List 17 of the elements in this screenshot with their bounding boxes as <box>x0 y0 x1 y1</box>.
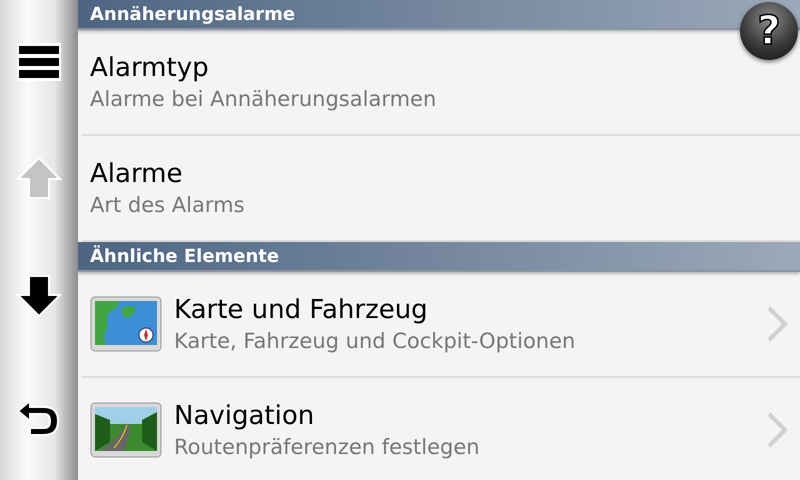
list-item[interactable]: Navigation Routenpräferenzen festlegen <box>82 378 800 480</box>
item-title: Navigation <box>174 401 316 431</box>
item-subtitle: Routenpräferenzen festlegen <box>174 435 481 459</box>
item-subtitle: Karte, Fahrzeug und Cockpit-Optionen <box>174 329 576 353</box>
road-icon <box>90 402 162 458</box>
section-header: Ähnliche Elemente <box>78 242 800 272</box>
list-item[interactable]: Karte und Fahrzeug Karte, Fahrzeug und Cockpit-Optionen <box>82 272 800 376</box>
down-arrow-icon <box>16 274 62 318</box>
item-subtitle: Art des Alarms <box>90 193 246 217</box>
map-icon <box>90 296 162 352</box>
item-title: Alarmtyp <box>90 53 210 83</box>
list-item[interactable]: Alarme Art des Alarms <box>82 136 800 240</box>
item-title: Karte und Fahrzeug <box>174 295 429 325</box>
up-arrow-icon <box>16 156 62 200</box>
item-subtitle: Alarme bei Annäherungsalarmen <box>90 87 438 111</box>
item-title: Alarme <box>90 159 184 189</box>
menu-icon <box>17 43 61 82</box>
